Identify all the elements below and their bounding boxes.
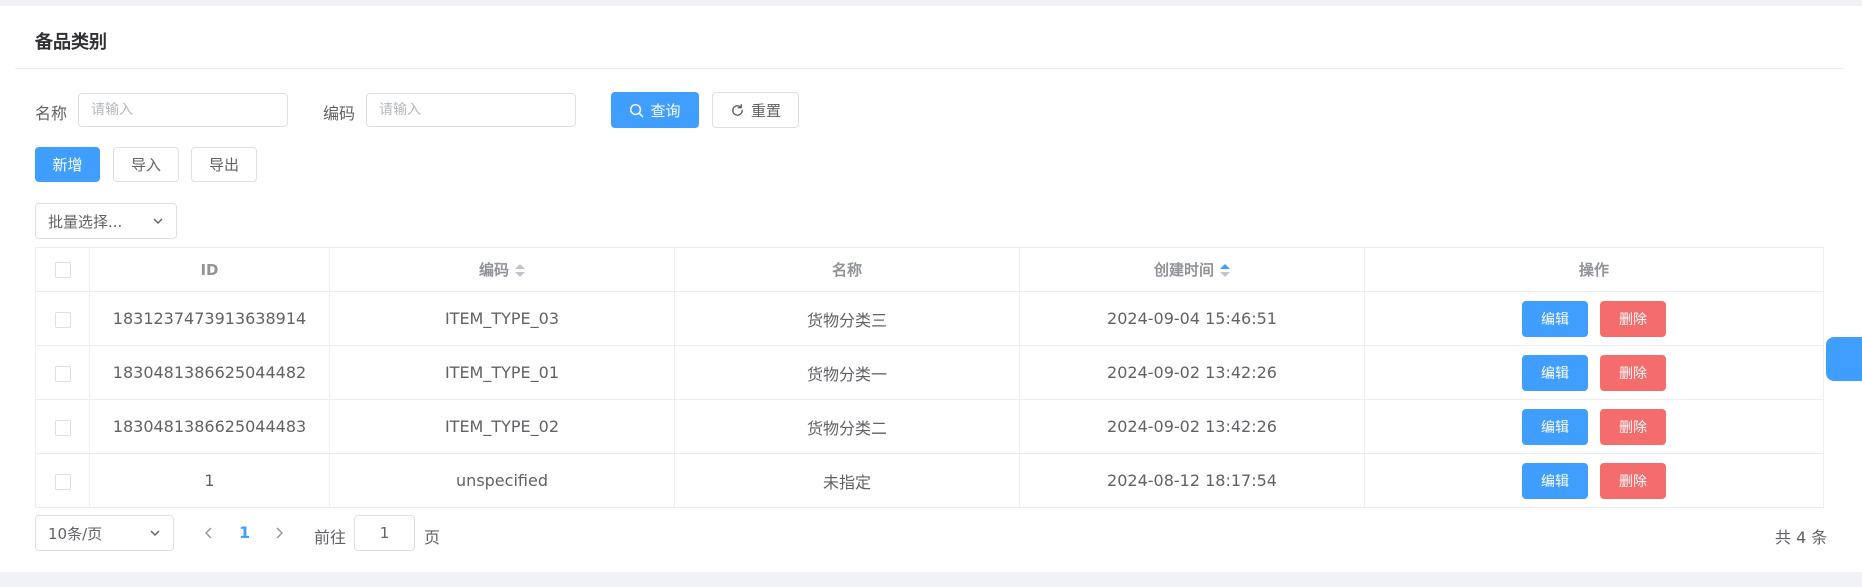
export-button[interactable]: 导出 [191,147,257,182]
page-title: 备品类别 [35,32,107,53]
code-filter-label: 编码 [323,104,356,123]
side-drawer-tab[interactable] [1826,337,1862,381]
name-filter-input[interactable] [78,93,288,127]
delete-button[interactable]: 删除 [1600,300,1666,337]
chevron-down-icon [150,530,160,536]
goto-page-input[interactable] [354,515,415,551]
export-button-label: 导出 [208,156,239,174]
import-button-label: 导入 [130,156,161,174]
edit-button[interactable]: 编辑 [1522,408,1588,445]
column-header-actions: 操作 [1364,247,1824,292]
cell-created: 2024-08-12 18:17:54 [1019,453,1365,508]
table-row: 1 unspecified 未指定 2024-08-12 18:17:54 编辑… [35,453,1824,508]
row-checkbox[interactable] [54,311,71,328]
next-page-icon[interactable] [273,526,285,540]
category-table: ID 编码 名称 创建时间 操作 1831237473913638914 ITE… [35,247,1824,508]
cell-created: 2024-09-02 13:42:26 [1019,345,1365,400]
batch-select-label: 批量选择... [48,212,123,231]
row-checkbox[interactable] [54,473,71,490]
column-header-created[interactable]: 创建时间 [1019,247,1365,292]
page-size-label: 10条/页 [48,524,103,543]
cell-id: 1830481386625044482 [89,345,330,400]
delete-button[interactable]: 删除 [1600,462,1666,499]
add-button[interactable]: 新增 [35,147,100,182]
edit-button[interactable]: 编辑 [1522,462,1588,499]
cell-id: 1831237473913638914 [89,291,330,346]
chevron-down-icon [153,218,163,224]
sort-icon[interactable] [515,263,525,278]
cell-name: 货物分类一 [674,345,1020,400]
goto-label: 前往 [314,528,347,547]
query-button-label: 查询 [650,101,681,120]
row-checkbox[interactable] [54,419,71,436]
query-button[interactable]: 查询 [611,92,699,128]
batch-select[interactable]: 批量选择... [35,203,177,239]
edit-button[interactable]: 编辑 [1522,354,1588,391]
row-checkbox[interactable] [54,365,71,382]
total-count: 共 4 条 [1775,528,1828,547]
reset-button[interactable]: 重置 [712,92,799,128]
cell-code: ITEM_TYPE_02 [329,399,675,454]
delete-button[interactable]: 删除 [1600,354,1666,391]
cell-name: 货物分类三 [674,291,1020,346]
cell-name: 货物分类二 [674,399,1020,454]
cell-code: ITEM_TYPE_03 [329,291,675,346]
bottom-divider [0,572,1862,587]
cell-name: 未指定 [674,453,1020,508]
cell-id: 1 [89,453,330,508]
cell-code: unspecified [329,453,675,508]
table-header-row: ID 编码 名称 创建时间 操作 [35,247,1824,292]
name-filter-label: 名称 [35,104,68,123]
card-header: 备品类别 [15,6,1845,69]
cell-id: 1830481386625044483 [89,399,330,454]
table-row: 1831237473913638914 ITEM_TYPE_03 货物分类三 2… [35,291,1824,346]
column-header-name: 名称 [674,247,1020,292]
add-button-label: 新增 [52,156,83,174]
search-icon [630,103,644,117]
sort-icon[interactable] [1220,263,1230,278]
code-filter-input[interactable] [366,93,576,127]
edit-button[interactable]: 编辑 [1522,300,1588,337]
select-all-cell [35,247,90,292]
page-size-select[interactable]: 10条/页 [35,515,174,551]
delete-button[interactable]: 删除 [1600,408,1666,445]
page-number-current[interactable]: 1 [239,523,250,542]
prev-page-icon[interactable] [203,526,215,540]
table-row: 1830481386625044482 ITEM_TYPE_01 货物分类一 2… [35,345,1824,400]
page-unit-label: 页 [424,528,441,547]
cell-code: ITEM_TYPE_01 [329,345,675,400]
select-all-checkbox[interactable] [54,262,71,278]
cell-created: 2024-09-04 15:46:51 [1019,291,1365,346]
cell-created: 2024-09-02 13:42:26 [1019,399,1365,454]
reset-button-label: 重置 [750,101,781,120]
refresh-icon [732,103,743,116]
table-row: 1830481386625044483 ITEM_TYPE_02 货物分类二 2… [35,399,1824,454]
import-button[interactable]: 导入 [113,147,179,182]
column-header-code[interactable]: 编码 [329,247,675,292]
column-header-id: ID [89,247,330,292]
